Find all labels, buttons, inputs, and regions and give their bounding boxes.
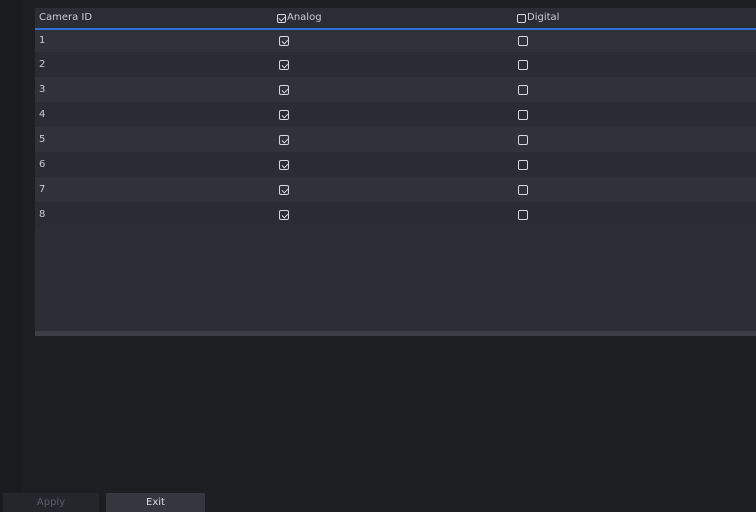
digital-checkbox[interactable] <box>518 36 528 46</box>
digital-checkbox[interactable] <box>518 209 528 220</box>
digital-checkbox[interactable] <box>518 134 528 145</box>
table-row[interactable]: 8 <box>35 202 756 227</box>
table-row[interactable]: 6 <box>35 152 756 177</box>
camera-id-cell: 8 <box>39 209 46 220</box>
camera-id-cell: 2 <box>39 59 46 70</box>
table-scrollbar-track[interactable] <box>35 331 756 336</box>
left-sidebar-strip <box>0 0 22 512</box>
table-body: 1 2 3 4 5 6 7 8 <box>35 30 756 227</box>
analog-checkbox[interactable] <box>279 109 289 120</box>
apply-button[interactable]: Apply <box>3 493 99 512</box>
digital-checkbox[interactable] <box>518 159 528 170</box>
analog-checkbox[interactable] <box>279 159 289 170</box>
camera-id-cell: 1 <box>39 35 46 46</box>
analog-checkbox[interactable] <box>279 84 289 95</box>
table-row[interactable]: 1 <box>35 30 756 52</box>
analog-checkbox[interactable] <box>279 59 289 70</box>
digital-checkbox[interactable] <box>518 109 528 120</box>
camera-table: Camera ID Analog Digital 1 2 3 4 5 6 7 8 <box>35 8 756 336</box>
exit-button[interactable]: Exit <box>106 493 205 512</box>
table-header: Camera ID Analog Digital <box>35 8 756 30</box>
digital-checkbox[interactable] <box>518 84 528 95</box>
table-row[interactable]: 5 <box>35 127 756 152</box>
table-row[interactable]: 2 <box>35 52 756 77</box>
camera-id-cell: 5 <box>39 134 46 145</box>
table-row[interactable]: 3 <box>35 77 756 102</box>
camera-type-page: Camera ID Analog Digital 1 2 3 4 5 6 7 8… <box>0 0 756 512</box>
header-digital[interactable]: Digital <box>517 8 559 28</box>
header-digital-label: Digital <box>527 12 560 23</box>
header-analog[interactable]: Analog <box>277 8 322 28</box>
analog-checkbox[interactable] <box>279 134 289 145</box>
analog-checkbox[interactable] <box>279 184 289 195</box>
camera-id-cell: 7 <box>39 184 46 195</box>
header-camera-id: Camera ID <box>39 12 93 23</box>
analog-checkbox[interactable] <box>279 209 289 220</box>
camera-id-cell: 3 <box>39 84 46 95</box>
camera-id-cell: 4 <box>39 109 46 120</box>
header-analog-label: Analog <box>287 12 322 23</box>
header-digital-checkbox[interactable] <box>517 13 526 23</box>
camera-id-cell: 6 <box>39 159 46 170</box>
header-analog-checkbox[interactable] <box>277 13 286 23</box>
table-row[interactable]: 7 <box>35 177 756 202</box>
analog-checkbox[interactable] <box>279 36 289 46</box>
table-row[interactable]: 4 <box>35 102 756 127</box>
digital-checkbox[interactable] <box>518 184 528 195</box>
digital-checkbox[interactable] <box>518 59 528 70</box>
